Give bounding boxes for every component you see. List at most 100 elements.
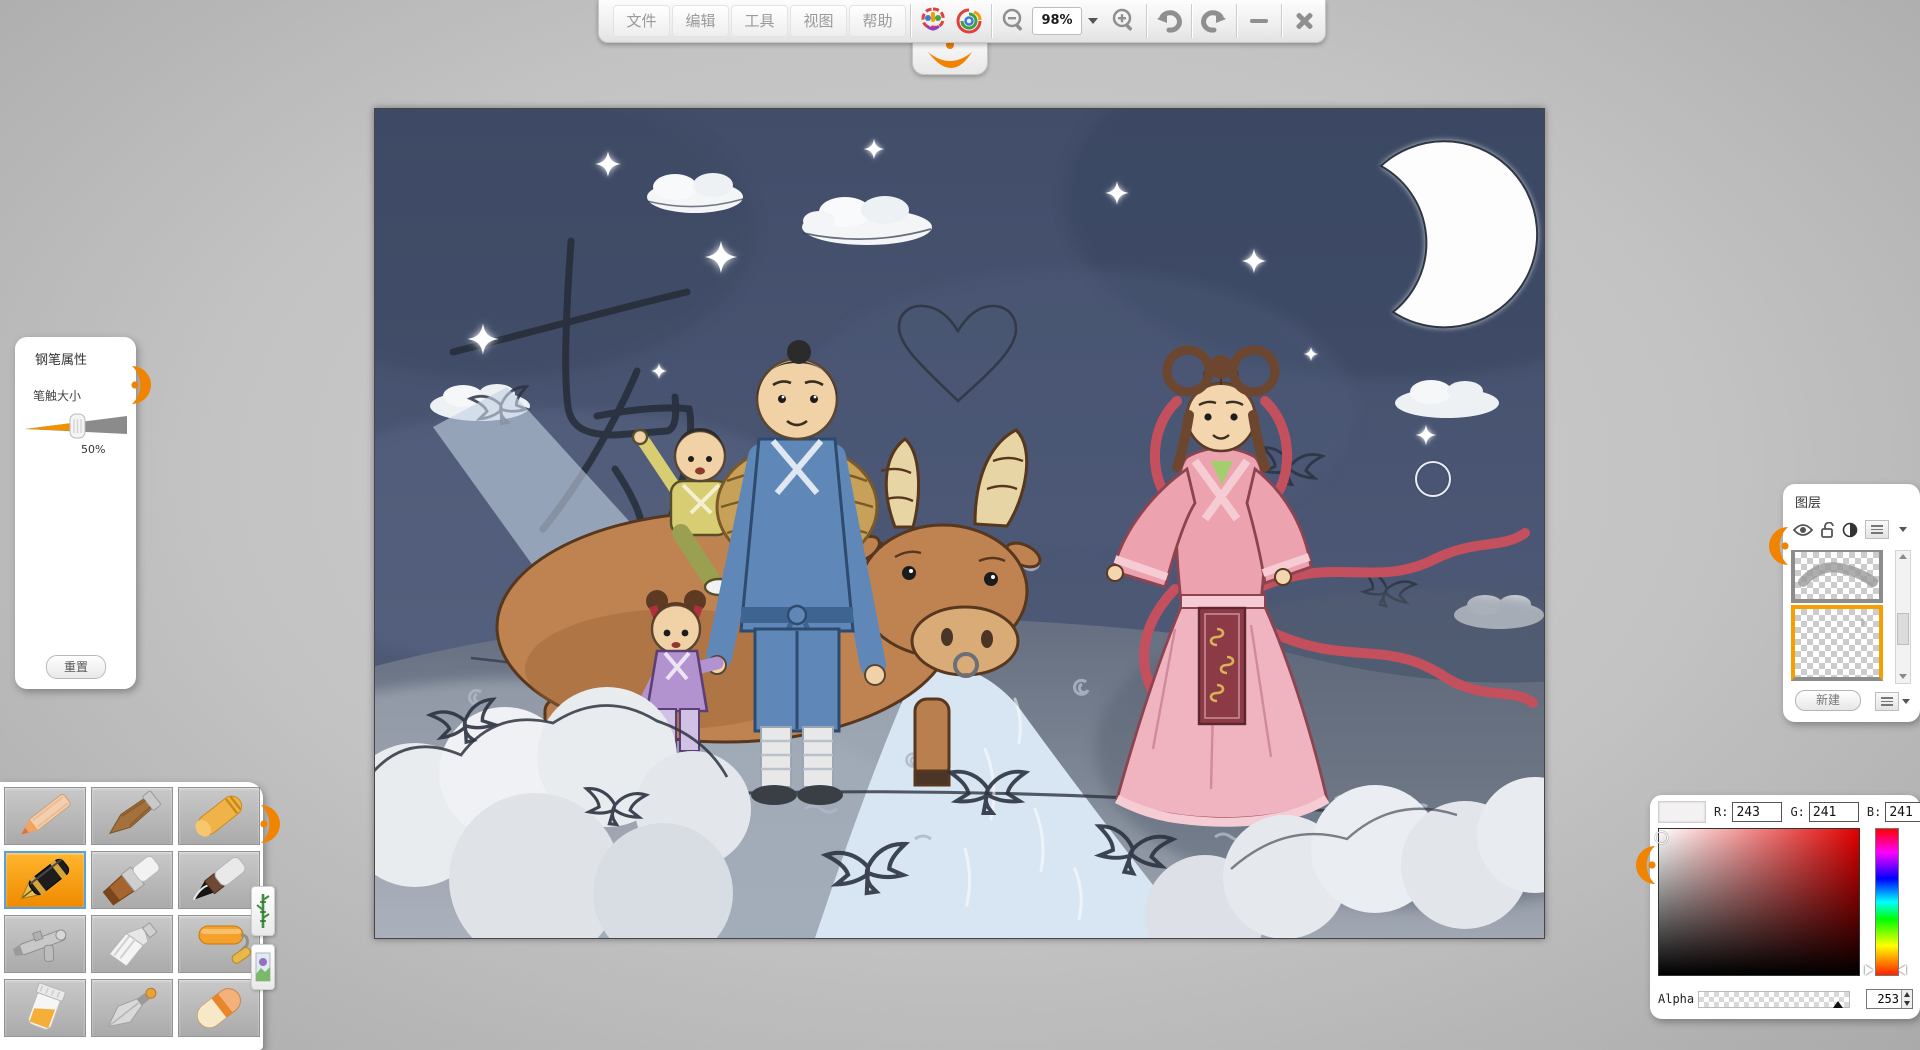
app-window: { "theme":{"accent_orange":"#f08300","se… — [0, 0, 1920, 1050]
zoom-out-glyph — [1002, 8, 1023, 31]
minimize-glyph — [1250, 19, 1268, 23]
menu-file[interactable]: 文件 — [613, 5, 670, 37]
palette-knife-icon — [107, 987, 157, 1028]
scroll-up-icon[interactable] — [1899, 554, 1907, 559]
layer-paint-thumbnail-active[interactable] — [1791, 605, 1883, 681]
picture-stamp-icon — [255, 952, 271, 982]
close-icon[interactable] — [1286, 5, 1322, 37]
tool-glue-bottle[interactable] — [4, 979, 86, 1037]
tool-paint-tube[interactable] — [91, 915, 173, 973]
b-input[interactable] — [1885, 802, 1920, 822]
tool-color-pencil[interactable] — [4, 787, 86, 845]
alpha-label: Alpha — [1658, 992, 1695, 1006]
layers-panel: 图层 新建 — [1769, 484, 1920, 722]
g-input[interactable] — [1808, 802, 1859, 822]
color-panel-drag-ear[interactable] — [1635, 843, 1657, 887]
brush-size-label: 笔触大小 — [33, 389, 82, 403]
toolbar-separator — [1146, 4, 1147, 38]
rainbow-swirl-icon[interactable] — [951, 5, 987, 37]
saturation-value-square[interactable] — [1655, 828, 1860, 976]
pen-properties-panel: 钢笔属性 笔触大小 50% 重置 — [15, 337, 151, 689]
tool-ink-brush[interactable] — [178, 851, 260, 909]
fountain-pen-icon — [20, 858, 70, 900]
tool-palette-knife[interactable] — [91, 979, 173, 1037]
current-color-swatch[interactable] — [1658, 801, 1706, 823]
redo-glyph — [1201, 10, 1226, 33]
layer-sketch-thumbnail[interactable] — [1791, 550, 1883, 603]
b-label: B: — [1866, 805, 1882, 819]
layer-list-menu-icon[interactable] — [1865, 520, 1889, 539]
crayon-icon — [195, 795, 243, 837]
color-pencil-icon — [21, 793, 71, 835]
tool-crayon[interactable] — [178, 787, 260, 845]
zoom-out-icon[interactable] — [996, 5, 1032, 37]
tool-palette-panel — [0, 782, 280, 1050]
alpha-marker[interactable] — [1833, 1000, 1843, 1008]
bamboo-icon — [256, 894, 270, 928]
brush-size-value: 50% — [81, 443, 106, 456]
r-input[interactable] — [1732, 802, 1783, 822]
zoom-dropdown-caret[interactable] — [1088, 18, 1098, 24]
airbrush-icon — [12, 929, 67, 962]
stamp-pictures-tab[interactable] — [251, 944, 275, 990]
toolbar-separator — [991, 4, 992, 38]
smile-handle-icon — [928, 41, 972, 68]
scrollbar-thumb[interactable] — [1897, 613, 1909, 645]
hue-bar[interactable] — [1875, 828, 1899, 976]
undo-icon[interactable] — [1151, 5, 1187, 37]
menu-view[interactable]: 视图 — [790, 5, 847, 37]
alpha-up-icon[interactable] — [1904, 992, 1910, 997]
r-label: R: — [1714, 805, 1729, 819]
undo-glyph — [1157, 10, 1182, 33]
zoom-in-icon[interactable] — [1106, 5, 1142, 37]
brush-cursor-ring — [1415, 461, 1451, 497]
menu-help[interactable]: 帮助 — [849, 5, 906, 37]
blend-half-circle-icon[interactable] — [1842, 522, 1858, 538]
alpha-input[interactable] — [1867, 992, 1901, 1006]
menu-tools[interactable]: 工具 — [731, 5, 788, 37]
pen-panel-drag-ear[interactable] — [130, 363, 152, 407]
main-toolbar: 文件 编辑 工具 视图 帮助 98% — [598, 0, 1326, 43]
toolbar-separator — [1191, 4, 1192, 38]
layer-menu-caret[interactable] — [1899, 527, 1907, 532]
g-label: G: — [1790, 805, 1805, 819]
toolbar-separator — [1281, 4, 1282, 38]
layers-options-menu-icon[interactable] — [1875, 692, 1899, 711]
tool-flat-brush[interactable] — [91, 851, 173, 909]
alpha-down-icon[interactable] — [1904, 1001, 1910, 1006]
new-layer-button[interactable]: 新建 — [1795, 690, 1861, 711]
tool-airbrush[interactable] — [4, 915, 86, 973]
tool-palette-drag-ear[interactable] — [259, 802, 281, 846]
eraser-icon — [197, 988, 241, 1028]
layers-panel-drag-ear[interactable] — [1768, 524, 1790, 568]
layers-scrollbar[interactable] — [1895, 550, 1911, 684]
alpha-spinner[interactable] — [1866, 989, 1913, 1009]
tool-paint-roller[interactable] — [178, 915, 260, 973]
paint-tube-icon — [108, 921, 158, 967]
paint-roller-icon — [198, 925, 251, 964]
scroll-down-icon[interactable] — [1899, 674, 1907, 679]
reset-button[interactable]: 重置 — [46, 655, 106, 679]
color-picker-panel: R: G: B: Alpha — [1636, 795, 1920, 1019]
tool-pastel-stick[interactable] — [91, 787, 173, 845]
layers-title: 图层 — [1795, 496, 1822, 511]
hue-marker-left[interactable] — [1865, 965, 1873, 975]
hue-marker-right[interactable] — [1898, 965, 1906, 975]
visibility-eye-icon[interactable] — [1793, 523, 1813, 537]
minimize-icon[interactable] — [1241, 5, 1277, 37]
tool-eraser[interactable] — [178, 979, 260, 1037]
rainbow-face-icon[interactable] — [915, 5, 951, 37]
menu-edit[interactable]: 编辑 — [672, 5, 729, 37]
zoom-percent-display[interactable]: 98% — [1032, 7, 1082, 35]
redo-icon[interactable] — [1196, 5, 1232, 37]
toolbar-separator — [1236, 4, 1237, 38]
pen-panel-title: 钢笔属性 — [35, 353, 88, 368]
bamboo-brushes-tab[interactable] — [251, 886, 275, 936]
sketch-preview — [1798, 562, 1878, 587]
brush-size-slider[interactable] — [23, 413, 129, 439]
drawing-canvas[interactable] — [105, 19, 1755, 1050]
alpha-slider[interactable] — [1698, 990, 1850, 1008]
unlock-icon[interactable] — [1820, 521, 1835, 538]
tool-fountain-pen-selected[interactable] — [4, 851, 86, 909]
layers-options-caret[interactable] — [1902, 699, 1910, 704]
